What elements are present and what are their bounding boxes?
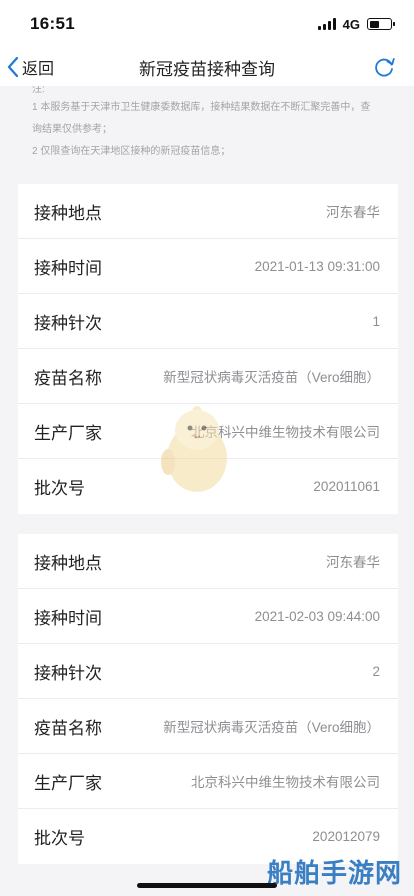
status-time: 16:51: [30, 14, 75, 33]
back-button[interactable]: 返回: [6, 48, 54, 86]
row-label: 接种地点: [34, 553, 102, 573]
row-value: 2: [372, 663, 380, 679]
row-value: 新型冠状病毒灭活疫苗（Vero细胞）: [163, 720, 380, 735]
battery-icon: [367, 18, 395, 30]
record-row-location: 接种地点 河东春华: [18, 534, 398, 589]
row-label: 接种地点: [34, 203, 102, 223]
note-heading: 注:: [32, 86, 45, 95]
battery-level: [369, 20, 379, 28]
row-label: 接种针次: [34, 313, 102, 333]
row-value: 河东春华: [326, 205, 380, 220]
row-label: 疫苗名称: [34, 718, 102, 738]
status-bar: 16:51 4G: [0, 0, 414, 48]
nav-bar: 返回 新冠疫苗接种查询: [0, 48, 414, 86]
row-value: 北京科兴中维生物技术有限公司: [191, 775, 380, 790]
status-indicators: 4G: [317, 16, 395, 32]
footer-brand-text: 船舶手游网: [266, 858, 402, 888]
note-line: 1 本服务基于天津市卫生健康委数据库，接种结果数据在不断汇聚完善中，查: [32, 102, 371, 113]
footer-brand: 船舶手游网: [267, 853, 402, 890]
page-title: 新冠疫苗接种查询: [139, 59, 275, 79]
cellular-signal-icon: [317, 18, 336, 30]
record-row-vaccine: 疫苗名称 新型冠状病毒灭活疫苗（Vero细胞）: [18, 699, 398, 754]
row-label: 生产厂家: [34, 773, 102, 793]
row-value: 1: [372, 313, 380, 329]
record-row-location: 接种地点 河东春华: [18, 184, 398, 239]
record-row-vaccine: 疫苗名称 新型冠状病毒灭活疫苗（Vero细胞）: [18, 349, 398, 404]
row-label: 生产厂家: [34, 423, 102, 443]
row-label: 批次号: [34, 829, 85, 848]
row-label: 批次号: [34, 479, 85, 498]
row-value: 河东春华: [326, 555, 380, 570]
row-value: 2021-01-13 09:31:00: [254, 258, 380, 274]
record-row-time: 接种时间 2021-01-13 09:31:00: [18, 239, 398, 294]
row-label: 接种针次: [34, 663, 102, 683]
note-line: 2 仅限查询在天津地区接种的新冠疫苗信息；: [32, 146, 231, 157]
network-type: 4G: [342, 16, 360, 32]
record-row-dose: 接种针次 2: [18, 644, 398, 699]
row-value: 2021-02-03 09:44:00: [254, 608, 380, 624]
home-indicator: [137, 883, 277, 888]
refresh-icon[interactable]: [372, 55, 396, 79]
mascot-watermark-icon: [161, 406, 227, 492]
vaccination-record-card: 接种地点 河东春华 接种时间 2021-02-03 09:44:00 接种针次 …: [18, 534, 398, 864]
row-value: 202012079: [312, 829, 380, 844]
row-label: 接种时间: [34, 258, 102, 278]
chevron-left-icon: [7, 56, 19, 78]
row-label: 疫苗名称: [34, 368, 102, 388]
row-label: 接种时间: [34, 608, 102, 628]
row-value: 202011061: [313, 479, 380, 494]
record-row-manufacturer: 生产厂家 北京科兴中维生物技术有限公司: [18, 754, 398, 809]
record-row-dose: 接种针次 1: [18, 294, 398, 349]
record-row-time: 接种时间 2021-02-03 09:44:00: [18, 589, 398, 644]
notes: 注: 1 本服务基于天津市卫生健康委数据库，接种结果数据在不断汇聚完善中，查 询…: [0, 86, 414, 163]
row-value: 新型冠状病毒灭活疫苗（Vero细胞）: [163, 370, 380, 385]
note-line: 询结果仅供参考；: [32, 124, 112, 135]
back-label: 返回: [22, 61, 55, 78]
